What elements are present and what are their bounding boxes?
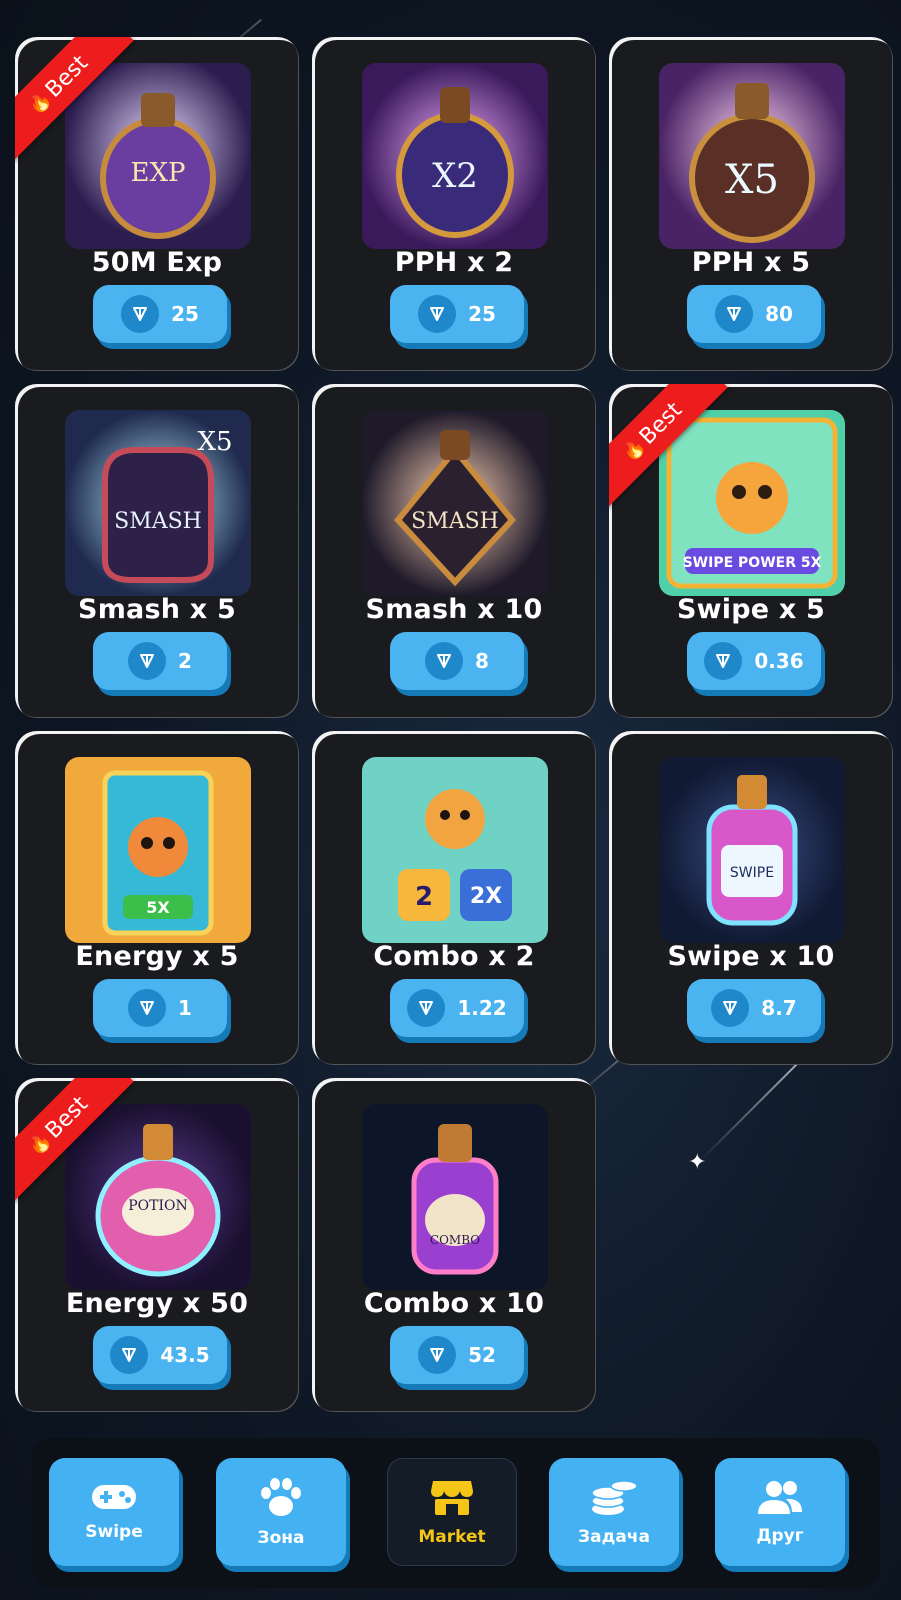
market-item-card[interactable]: SWIPE Swipe x 10 8.7 (609, 731, 893, 1065)
nav-market-button[interactable]: Market (387, 1458, 517, 1566)
market-item-card[interactable]: SWIPE POWER 5X 🔥 Best Swipe x 5 0.36 (609, 384, 893, 718)
item-name: Energy x 5 (75, 941, 239, 972)
item-name: Smash x 5 (78, 594, 236, 625)
item-price: 2 (178, 649, 192, 673)
paw-icon (261, 1478, 301, 1516)
buy-button[interactable]: 8 (390, 632, 524, 690)
item-name: PPH x 5 (691, 247, 811, 278)
ton-icon (407, 989, 446, 1027)
buy-button[interactable]: 25 (390, 285, 524, 343)
item-image: X5 (659, 63, 845, 249)
svg-text:POTION: POTION (128, 1198, 188, 1214)
item-name: Swipe x 10 (667, 941, 835, 972)
nav-tasks-label: Задача (578, 1527, 650, 1547)
ton-icon (418, 1336, 457, 1374)
item-image: POTION (65, 1104, 251, 1290)
svg-text:COMBO: COMBO (430, 1233, 480, 1247)
ton-icon (425, 642, 464, 680)
buy-button[interactable]: 25 (93, 285, 227, 343)
market-item-card[interactable]: 5X Energy x 5 1 (15, 731, 299, 1065)
item-price: 25 (468, 302, 496, 326)
buy-button[interactable]: 80 (687, 285, 821, 343)
item-price: 8.7 (761, 996, 797, 1020)
buy-button[interactable]: 1 (93, 979, 227, 1037)
item-image: X2 (362, 63, 548, 249)
market-item-card[interactable]: POTION 🔥 Best Energy x 50 43.5 (15, 1078, 299, 1412)
item-image: SMASH (362, 410, 548, 596)
item-image: 2 2X (362, 757, 548, 943)
market-item-card[interactable]: SMASH Smash x 10 8 (312, 384, 596, 718)
ton-icon (110, 1336, 149, 1374)
ton-icon (121, 295, 160, 333)
bottom-nav: Swipe Зона Market Задача Друг (32, 1438, 880, 1588)
nav-swipe-label: Swipe (85, 1522, 143, 1542)
store-icon (431, 1481, 473, 1515)
nav-zone-label: Зона (257, 1528, 305, 1548)
item-name: Energy x 50 (65, 1288, 249, 1319)
users-icon (758, 1481, 802, 1514)
item-image: 5X (65, 757, 251, 943)
item-price: 0.36 (754, 649, 804, 673)
item-image: SWIPE (659, 757, 845, 943)
svg-text:SWIPE POWER 5X: SWIPE POWER 5X (683, 555, 822, 571)
item-price: 8 (475, 649, 489, 673)
buy-button[interactable]: 52 (390, 1326, 524, 1384)
item-image: EXP (65, 63, 251, 249)
ton-icon (128, 989, 167, 1027)
buy-button[interactable]: 8.7 (687, 979, 821, 1037)
nav-swipe-button[interactable]: Swipe (49, 1458, 179, 1566)
svg-text:2X: 2X (470, 884, 502, 909)
item-image: SWIPE POWER 5X (659, 410, 845, 596)
market-item-card[interactable]: X5 PPH x 5 80 (609, 37, 893, 371)
market-grid: EXP 🔥 Best 50M Exp 25 X2 PPH x 2 25 X5 PP… (15, 37, 893, 1412)
market-item-card[interactable]: 2 2X Combo x 2 1.22 (312, 731, 596, 1065)
item-name: PPH x 2 (394, 247, 514, 278)
nav-zone-button[interactable]: Зона (216, 1458, 346, 1566)
market-item-card[interactable]: SMASH X5 Smash x 5 2 (15, 384, 299, 718)
item-price: 1.22 (457, 996, 507, 1020)
ton-icon (715, 295, 754, 333)
item-price: 43.5 (160, 1343, 210, 1367)
item-price: 80 (765, 302, 793, 326)
item-name: 50M Exp (91, 247, 223, 278)
market-item-card[interactable]: COMBO Combo x 10 52 (312, 1078, 596, 1412)
item-price: 1 (178, 996, 192, 1020)
buy-button[interactable]: 43.5 (93, 1326, 227, 1384)
svg-text:X5: X5 (725, 157, 779, 203)
nav-market-label: Market (418, 1527, 486, 1547)
nav-tasks-button[interactable]: Задача (549, 1458, 679, 1566)
svg-text:X2: X2 (432, 156, 478, 196)
market-item-card[interactable]: EXP 🔥 Best 50M Exp 25 (15, 37, 299, 371)
ton-icon (128, 642, 167, 680)
svg-text:EXP: EXP (131, 158, 186, 188)
item-name: Swipe x 5 (676, 594, 826, 625)
svg-text:2: 2 (415, 882, 433, 912)
coins-icon (591, 1480, 638, 1515)
ton-icon (711, 989, 750, 1027)
svg-text:X5: X5 (197, 427, 232, 457)
market-item-card[interactable]: X2 PPH x 2 25 (312, 37, 596, 371)
item-price: 25 (171, 302, 199, 326)
buy-button[interactable]: 1.22 (390, 979, 524, 1037)
svg-text:SWIPE: SWIPE (730, 865, 774, 881)
svg-text:SMASH: SMASH (114, 509, 202, 534)
buy-button[interactable]: 2 (93, 632, 227, 690)
item-image: COMBO (362, 1104, 548, 1290)
nav-friends-button[interactable]: Друг (715, 1458, 845, 1566)
item-name: Combo x 10 (363, 1288, 545, 1319)
nav-friends-label: Друг (756, 1526, 804, 1546)
svg-text:SMASH: SMASH (411, 509, 499, 534)
svg-text:5X: 5X (146, 898, 170, 917)
item-image: SMASH X5 (65, 410, 251, 596)
buy-button[interactable]: 0.36 (687, 632, 821, 690)
ton-icon (704, 642, 743, 680)
ton-icon (418, 295, 457, 333)
item-name: Combo x 2 (373, 941, 535, 972)
gamepad-icon (92, 1485, 136, 1509)
item-price: 52 (468, 1343, 496, 1367)
item-name: Smash x 10 (365, 594, 543, 625)
